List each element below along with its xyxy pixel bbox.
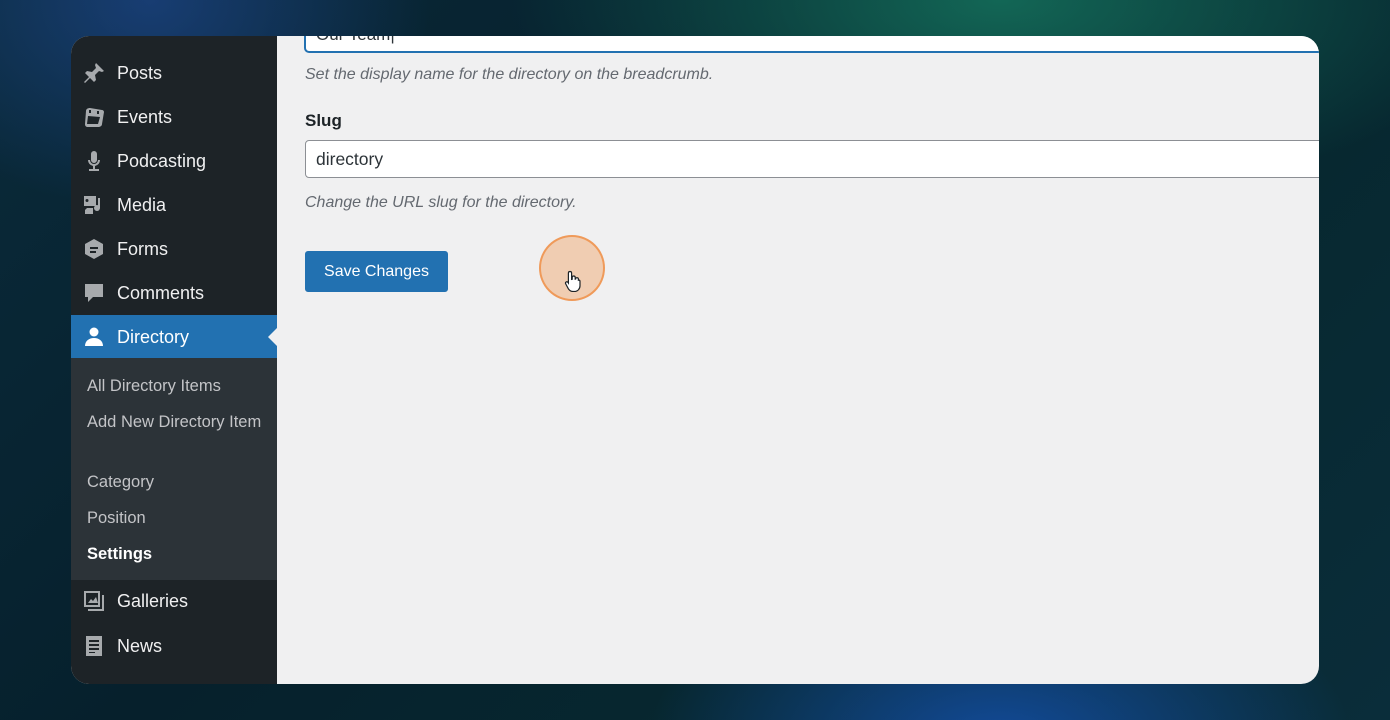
slug-label: Slug (305, 111, 342, 130)
sidebar-item-label: Directory (117, 326, 190, 347)
comment-icon (81, 280, 107, 306)
calendar-icon (81, 104, 107, 130)
sidebar-item-label: Forms (117, 238, 168, 259)
sidebar-item-label: Media (117, 194, 167, 215)
display-name-input[interactable]: Our Team| (305, 36, 1319, 52)
sidebar-item-posts[interactable]: Posts (71, 51, 277, 95)
submenu-item-position[interactable]: Position (87, 506, 267, 530)
sidebar-item-podcasting[interactable]: Podcasting (71, 139, 277, 183)
sidebar-item-comments[interactable]: Comments (71, 271, 277, 315)
save-changes-button[interactable]: Save Changes (305, 251, 448, 292)
admin-sidebar: Posts Events Podcasting Media Forms Comm… (71, 36, 277, 684)
app-window: Posts Events Podcasting Media Forms Comm… (71, 36, 1319, 684)
sidebar-item-events[interactable]: Events (71, 95, 277, 139)
sidebar-item-label: Events (117, 106, 173, 127)
sidebar-item-label: Comments (117, 282, 205, 303)
pin-icon (81, 60, 107, 86)
sidebar-item-label: News (117, 635, 163, 656)
sidebar-item-media[interactable]: Media (71, 183, 277, 227)
submenu-item-settings[interactable]: Settings (87, 542, 267, 566)
settings-content: Our Team| Set the display name for the d… (277, 36, 1319, 684)
gallery-icon (81, 588, 107, 614)
sidebar-item-label: Podcasting (117, 150, 207, 171)
sidebar-item-news[interactable]: News (71, 624, 277, 668)
submenu-item-all-directory-items[interactable]: All Directory Items (87, 374, 267, 398)
pointer-hand-icon (564, 270, 581, 292)
display-name-description: Set the display name for the directory o… (305, 66, 714, 83)
sidebar-item-label: Galleries (117, 590, 189, 611)
directory-submenu: All Directory Items Add New Directory It… (71, 358, 277, 580)
media-icon (81, 192, 107, 218)
sidebar-item-directory[interactable]: Directory (71, 315, 277, 359)
document-icon (81, 633, 107, 659)
sidebar-item-forms[interactable]: Forms (71, 227, 277, 271)
forms-icon (81, 236, 107, 262)
sidebar-item-galleries[interactable]: Galleries (71, 579, 277, 623)
click-indicator (539, 235, 605, 301)
microphone-icon (81, 148, 107, 174)
person-icon (81, 324, 107, 350)
submenu-item-category[interactable]: Category (87, 470, 267, 494)
slug-input[interactable]: directory (305, 140, 1319, 178)
slug-description: Change the URL slug for the directory. (305, 194, 577, 211)
sidebar-item-label: Posts (117, 62, 163, 83)
submenu-item-add-new-directory-item[interactable]: Add New Directory Item (87, 410, 267, 434)
